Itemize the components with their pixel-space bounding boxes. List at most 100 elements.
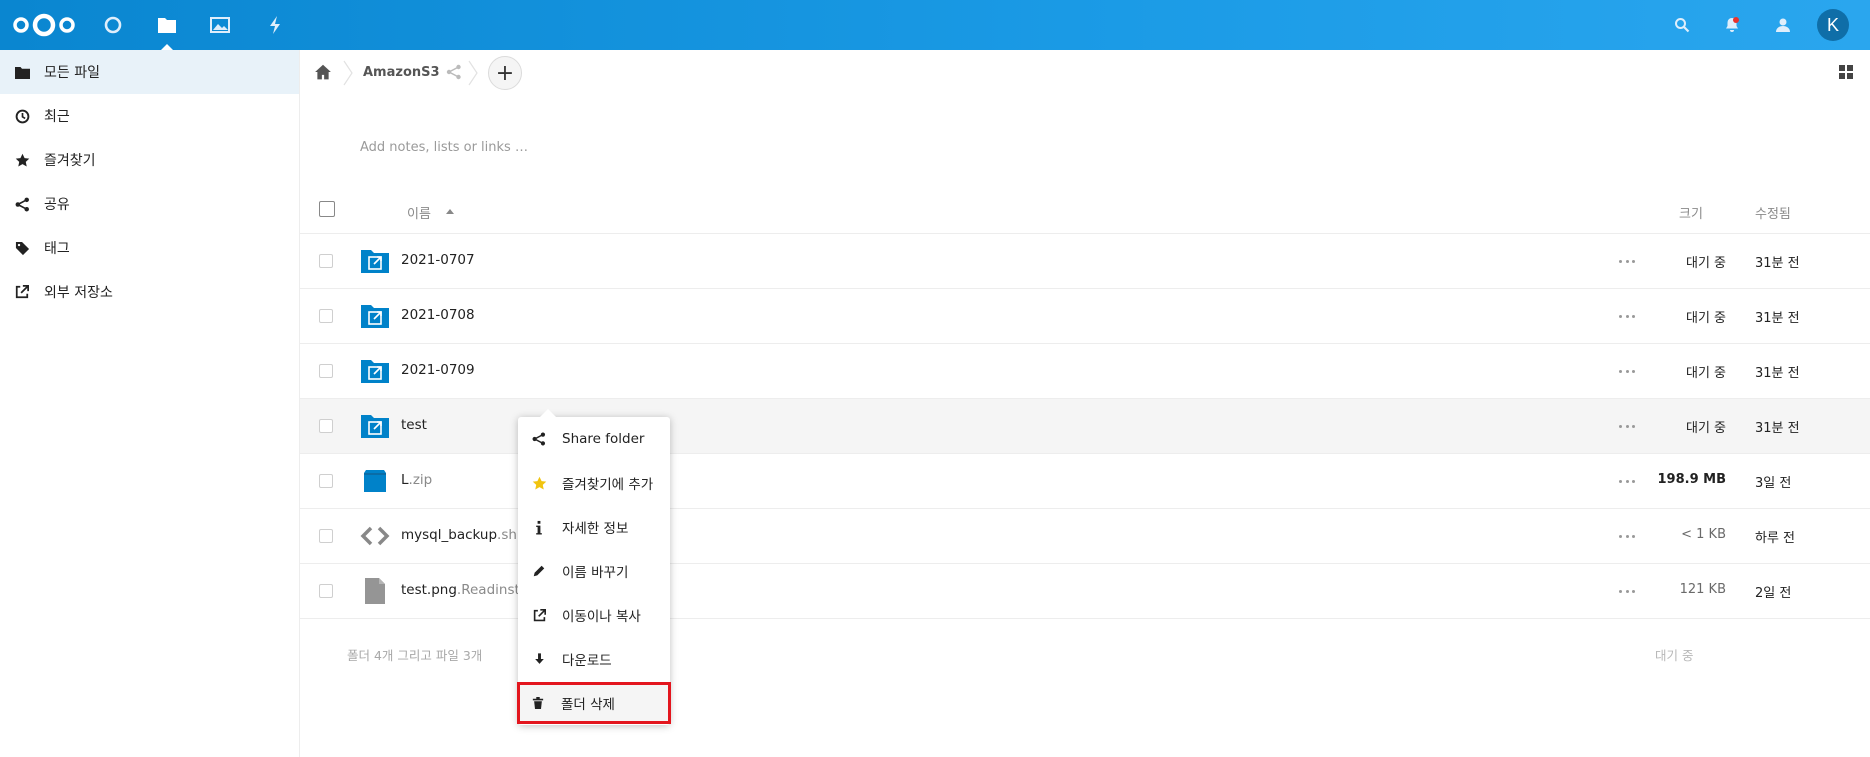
photos-icon[interactable] — [207, 12, 233, 38]
file-name[interactable]: 2021-0708 — [401, 307, 475, 323]
file-name[interactable]: 2021-0707 — [401, 252, 475, 268]
row-checkbox[interactable] — [319, 419, 333, 433]
sidebar-item-external-storage[interactable]: 외부 저장소 — [0, 270, 299, 314]
menu-item-add-favorite[interactable]: 즐겨찾기에 추가 — [518, 461, 670, 505]
more-actions-icon[interactable] — [1619, 474, 1635, 488]
file-name[interactable]: L.zip — [401, 472, 432, 488]
contacts-icon[interactable] — [1771, 13, 1795, 37]
pencil-icon — [531, 563, 547, 579]
file-name[interactable]: test — [401, 417, 427, 433]
info-icon — [531, 519, 547, 535]
grid-view-icon[interactable] — [1838, 64, 1854, 80]
breadcrumb-folder[interactable]: AmazonS3 — [363, 65, 440, 80]
menu-item-label: 다운로드 — [562, 653, 612, 669]
file-size: 198.9 MB — [1657, 472, 1727, 487]
menu-item-details[interactable]: 자세한 정보 — [518, 505, 670, 549]
sidebar-item-tags[interactable]: 태그 — [0, 226, 299, 270]
sidebar-item-recent[interactable]: 최근 — [0, 94, 299, 138]
table-row[interactable]: 2021-0709 대기 중 31분 전 — [300, 344, 1870, 399]
select-all-checkbox[interactable] — [319, 201, 335, 217]
notes-placeholder[interactable]: Add notes, lists or links … — [360, 140, 528, 155]
row-checkbox[interactable] — [319, 529, 333, 543]
folder-icon — [13, 63, 31, 81]
sidebar-item-all-files[interactable]: 모든 파일 — [0, 50, 299, 94]
row-checkbox[interactable] — [319, 309, 333, 323]
file-size: 대기 중 — [1685, 311, 1726, 326]
menu-item-label: Share folder — [562, 431, 645, 447]
file-modified: 2일 전 — [1755, 586, 1792, 601]
table-header: 이름 크기 수정됨 — [300, 188, 1870, 234]
column-name[interactable]: 이름 — [407, 203, 431, 222]
home-icon[interactable] — [314, 63, 332, 81]
more-actions-icon[interactable] — [1619, 529, 1635, 543]
menu-item-label: 폴더 삭제 — [561, 697, 615, 713]
search-icon[interactable] — [1670, 13, 1694, 37]
top-header: K — [0, 0, 1870, 50]
file-modified: 31분 전 — [1755, 256, 1800, 271]
menu-item-label: 이름 바꾸기 — [562, 565, 629, 581]
file-size: < 1 KB — [1681, 527, 1726, 542]
files-icon[interactable] — [154, 12, 180, 50]
notifications-icon[interactable] — [1720, 13, 1744, 37]
star-icon — [13, 151, 31, 169]
more-actions-icon[interactable] — [1619, 254, 1635, 268]
sidebar: 모든 파일 최근 즐겨찾기 공유 태그 외부 저장소 — [0, 50, 300, 757]
file-name[interactable]: 2021-0709 — [401, 362, 475, 378]
table-row[interactable]: 2021-0707 대기 중 31분 전 — [300, 234, 1870, 289]
menu-item-download[interactable]: 다운로드 — [518, 637, 670, 681]
file-icon — [365, 578, 385, 604]
external-folder-icon — [361, 360, 389, 383]
file-modified: 하루 전 — [1755, 531, 1796, 546]
more-actions-icon[interactable] — [1619, 419, 1635, 433]
sidebar-item-label: 외부 저장소 — [44, 285, 113, 301]
file-modified: 31분 전 — [1755, 311, 1800, 326]
external-link-icon — [531, 607, 547, 623]
menu-item-share-folder[interactable]: Share folder — [518, 417, 670, 461]
file-name[interactable]: mysql_backup.sh — [401, 527, 517, 543]
row-checkbox[interactable] — [319, 254, 333, 268]
more-actions-icon[interactable] — [1619, 364, 1635, 378]
new-button[interactable]: + — [488, 56, 522, 90]
menu-item-rename[interactable]: 이름 바꾸기 — [518, 549, 670, 593]
sidebar-item-favorites[interactable]: 즐겨찾기 — [0, 138, 299, 182]
nextcloud-logo[interactable] — [12, 11, 76, 39]
download-icon — [531, 651, 547, 667]
share-icon[interactable] — [446, 64, 462, 80]
dashboard-icon[interactable] — [100, 12, 126, 38]
sidebar-item-label: 공유 — [44, 197, 70, 213]
user-avatar[interactable]: K — [1817, 9, 1849, 41]
sidebar-item-label: 모든 파일 — [44, 65, 100, 81]
file-name[interactable]: test.png.Readinstr — [401, 582, 525, 598]
menu-item-label: 이동이나 복사 — [562, 609, 641, 625]
file-modified: 3일 전 — [1755, 476, 1792, 491]
file-size: 대기 중 — [1685, 366, 1726, 381]
file-size: 대기 중 — [1685, 421, 1726, 436]
row-checkbox[interactable] — [319, 474, 333, 488]
external-folder-icon — [361, 250, 389, 273]
file-modified: 31분 전 — [1755, 421, 1800, 436]
sidebar-item-label: 최근 — [44, 109, 70, 125]
table-row[interactable]: 2021-0708 대기 중 31분 전 — [300, 289, 1870, 344]
menu-item-move-copy[interactable]: 이동이나 복사 — [518, 593, 670, 637]
share-icon — [531, 431, 547, 447]
column-modified[interactable]: 수정됨 — [1755, 203, 1791, 222]
row-checkbox[interactable] — [319, 584, 333, 598]
column-size[interactable]: 크기 — [1679, 203, 1703, 222]
chevron-right-icon — [468, 60, 478, 86]
more-actions-icon[interactable] — [1619, 309, 1635, 323]
file-size: 대기 중 — [1685, 256, 1726, 271]
file-summary: 폴더 4개 그리고 파일 3개 — [347, 648, 483, 663]
archive-icon — [364, 470, 386, 492]
external-link-icon — [13, 283, 31, 301]
more-actions-icon[interactable] — [1619, 584, 1635, 598]
external-folder-icon — [361, 415, 389, 438]
context-menu: Share folder 즐겨찾기에 추가 자세한 정보 이름 바꾸기 이동이나… — [517, 409, 671, 725]
summary-size: 대기 중 — [1655, 648, 1694, 663]
activity-icon[interactable] — [262, 12, 288, 38]
file-size: 121 KB — [1679, 582, 1726, 597]
menu-item-label: 즐겨찾기에 추가 — [562, 477, 654, 493]
menu-item-delete-folder[interactable]: 폴더 삭제 — [517, 682, 671, 724]
row-checkbox[interactable] — [319, 364, 333, 378]
external-folder-icon — [361, 305, 389, 328]
sidebar-item-shares[interactable]: 공유 — [0, 182, 299, 226]
